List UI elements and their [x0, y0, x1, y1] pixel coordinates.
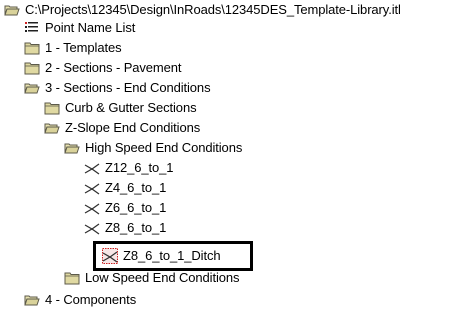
tree-node-label: Point Name List — [45, 20, 136, 35]
end-condition-template-icon — [84, 180, 100, 196]
tree-node-templates[interactable]: 1 - Templates — [24, 38, 122, 58]
ditch-template-icon — [102, 248, 118, 264]
folder-icon — [24, 40, 40, 56]
open-folder-icon — [4, 2, 20, 18]
tree-node-label: 1 - Templates — [45, 40, 122, 55]
tree-node-label: Z-Slope End Conditions — [65, 120, 201, 135]
tree-node-label: Z6_6_to_1 — [105, 200, 167, 215]
tree-node-low-speed-end-conditions[interactable]: Low Speed End Conditions — [64, 268, 240, 288]
tree-node-components[interactable]: 4 - Components — [24, 290, 136, 310]
tree-node-label: Z12_6_to_1 — [105, 160, 174, 175]
tree-node-label: Low Speed End Conditions — [85, 270, 240, 285]
tree-node-point-name-list[interactable]: Point Name List — [24, 18, 135, 38]
tree-node-label: Z8_6_to_1 — [105, 220, 167, 235]
tree-node-template-z8-ditch[interactable]: Z8_6_to_1_Ditch — [102, 246, 221, 266]
template-library-tree: C:\Projects\12345\Design\InRoads\12345DE… — [0, 0, 449, 311]
end-condition-template-icon — [84, 160, 100, 176]
open-folder-icon — [64, 140, 80, 156]
tree-node-template-z4[interactable]: Z4_6_to_1 — [84, 178, 166, 198]
tree-node-template-z6[interactable]: Z6_6_to_1 — [84, 198, 166, 218]
tree-node-label: Z4_6_to_1 — [105, 180, 167, 195]
tree-node-library-file[interactable]: C:\Projects\12345\Design\InRoads\12345DE… — [4, 0, 401, 20]
end-condition-template-icon — [84, 220, 100, 236]
tree-node-template-z12[interactable]: Z12_6_to_1 — [84, 158, 174, 178]
folder-icon — [64, 270, 80, 286]
tree-node-sections-end-conditions[interactable]: 3 - Sections - End Conditions — [24, 78, 211, 98]
tree-node-label: 3 - Sections - End Conditions — [45, 80, 211, 95]
open-folder-icon — [44, 120, 60, 136]
tree-node-z-slope-end-conditions[interactable]: Z-Slope End Conditions — [44, 118, 200, 138]
tree-node-label: Z8_6_to_1_Ditch — [123, 248, 221, 263]
tree-node-high-speed-end-conditions[interactable]: High Speed End Conditions — [64, 138, 242, 158]
tree-node-sections-pavement[interactable]: 2 - Sections - Pavement — [24, 58, 182, 78]
tree-node-label: 4 - Components — [45, 292, 137, 307]
open-folder-icon — [24, 80, 40, 96]
tree-node-label: C:\Projects\12345\Design\InRoads\12345DE… — [25, 2, 401, 17]
point-list-icon — [24, 20, 40, 36]
folder-icon — [24, 60, 40, 76]
end-condition-template-icon — [84, 200, 100, 216]
tree-node-curb-gutter-sections[interactable]: Curb & Gutter Sections — [44, 98, 197, 118]
tree-node-label: High Speed End Conditions — [85, 140, 243, 155]
tree-node-label: Curb & Gutter Sections — [65, 100, 197, 115]
tree-node-template-z8[interactable]: Z8_6_to_1 — [84, 218, 166, 238]
open-folder-icon — [24, 292, 40, 308]
tree-node-label: 2 - Sections - Pavement — [45, 60, 182, 75]
folder-icon — [44, 100, 60, 116]
